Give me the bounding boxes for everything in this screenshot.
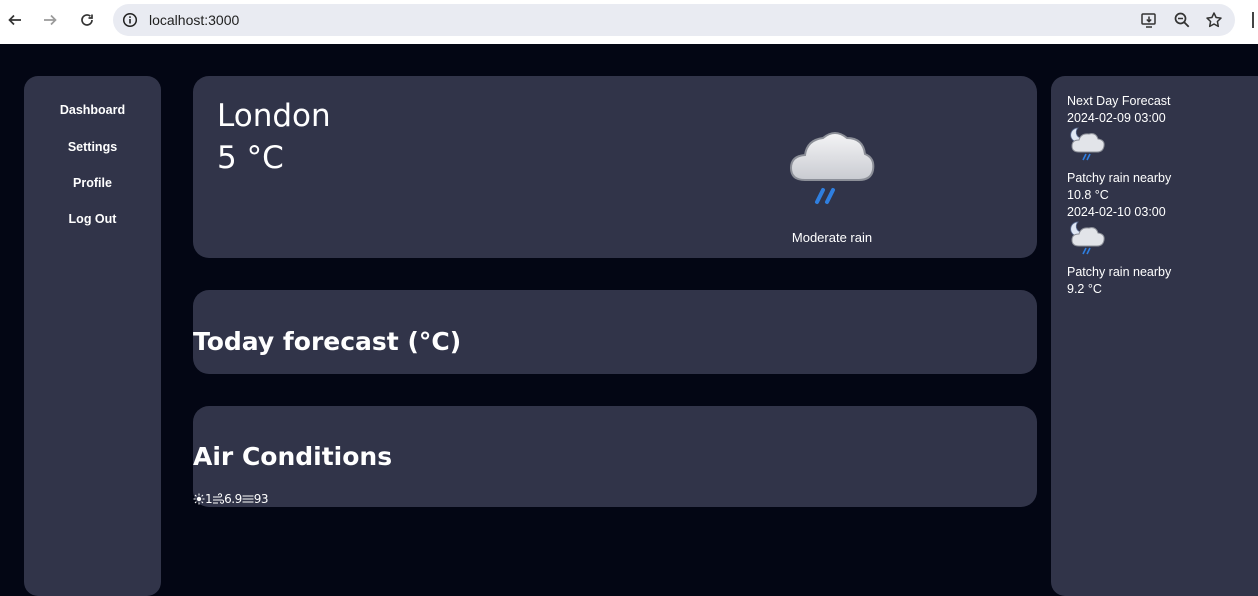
side-panel-edge xyxy=(1252,12,1254,28)
install-app-icon xyxy=(1141,13,1156,28)
rain-cloud-icon xyxy=(789,132,875,204)
current-temperature: 5 °C xyxy=(217,140,284,176)
night-rain-icon xyxy=(1070,127,1105,161)
next-day-panel: Next Day Forecast 2024-02-09 03:00 Patch… xyxy=(1051,76,1258,596)
forecast-datetime: 2024-02-09 03:00 xyxy=(1067,111,1166,125)
forward-arrow-icon xyxy=(44,14,57,26)
install-app-button[interactable] xyxy=(1139,10,1159,30)
url-text[interactable]: localhost:3000 xyxy=(149,12,239,28)
humidity-icon xyxy=(242,495,254,503)
wind-value: 6.9 xyxy=(224,492,242,506)
sidebar-item-profile[interactable]: Profile xyxy=(24,176,161,190)
app-root: Dashboard Settings Profile Log Out Londo… xyxy=(0,44,1258,596)
zoom-button[interactable] xyxy=(1172,10,1192,30)
air-conditions-title: Air Conditions xyxy=(193,442,393,471)
night-rain-icon xyxy=(1070,221,1105,255)
sidebar-item-logout[interactable]: Log Out xyxy=(24,212,161,226)
air-conditions-values: 1 6.9 93 xyxy=(193,491,269,507)
address-bar[interactable]: localhost:3000 xyxy=(113,4,1235,36)
next-day-title: Next Day Forecast xyxy=(1067,94,1171,108)
forecast-condition: Patchy rain nearby xyxy=(1067,171,1172,185)
forward-button[interactable] xyxy=(38,8,62,32)
sun-icon xyxy=(193,493,205,505)
city-name: London xyxy=(217,98,331,134)
forecast-temperature: 10.8 °C xyxy=(1067,188,1109,202)
sidebar-item-settings[interactable]: Settings xyxy=(24,140,161,154)
forecast-datetime: 2024-02-10 03:00 xyxy=(1067,205,1166,219)
today-forecast-title: Today forecast (°C) xyxy=(193,327,462,356)
humidity-value: 93 xyxy=(253,492,269,506)
wind-icon xyxy=(213,493,225,504)
sidebar-item-dashboard[interactable]: Dashboard xyxy=(24,103,161,117)
sidebar: Dashboard Settings Profile Log Out xyxy=(24,76,161,596)
reload-button[interactable] xyxy=(75,8,99,32)
current-condition: Moderate rain xyxy=(791,230,873,245)
current-weather-card: London 5 °C Moderate rain xyxy=(193,76,1037,258)
back-arrow-icon xyxy=(8,14,21,26)
zoom-icon xyxy=(1174,12,1190,28)
forecast-temperature: 9.2 °C xyxy=(1067,282,1102,296)
bookmark-button[interactable] xyxy=(1204,10,1224,30)
uv-value: 1 xyxy=(205,492,213,506)
air-conditions-card: Air Conditions 1 6.9 93 xyxy=(193,406,1037,507)
forecast-condition: Patchy rain nearby xyxy=(1067,265,1172,279)
back-button[interactable] xyxy=(3,8,27,32)
browser-toolbar: localhost:3000 xyxy=(0,0,1258,44)
reload-icon xyxy=(81,14,93,26)
site-info-icon[interactable] xyxy=(122,12,138,28)
star-icon xyxy=(1206,12,1222,28)
today-forecast-card: Today forecast (°C) xyxy=(193,290,1037,374)
